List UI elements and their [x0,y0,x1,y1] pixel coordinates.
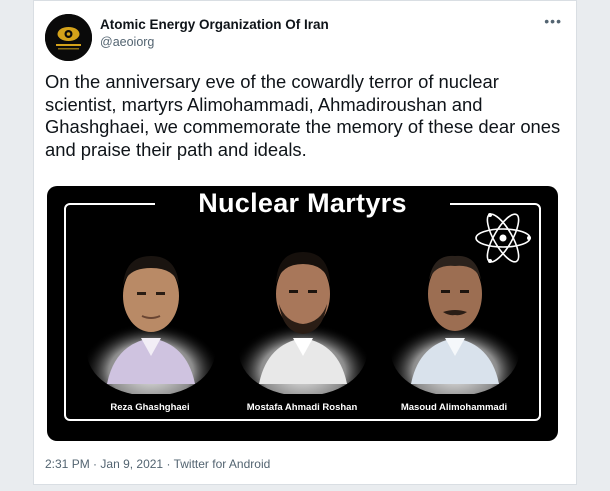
tweet-metadata: 2:31 PM · Jan 9, 2021 · Twitter for Andr… [45,457,270,471]
author-name[interactable]: Atomic Energy Organization Of Iran [100,17,329,32]
tweet-time[interactable]: 2:31 PM [45,457,90,471]
meta-separator: · [166,457,171,471]
more-options-icon[interactable]: ••• [544,13,562,29]
portrait-caption: Reza Ghashghaei [110,402,190,413]
tweet-text: On the anniversary eve of the cowardly t… [45,71,561,160]
tweet-source[interactable]: Twitter for Android [174,457,271,471]
author-handle[interactable]: @aeoiorg [100,35,154,49]
tweet-date[interactable]: Jan 9, 2021 [100,457,163,471]
tweet-media-image[interactable]: Nuclear Martyrs Reza Ghashghaei Mostafa … [47,186,558,441]
portrait-mostafa-ahmadi-roshan [237,234,369,394]
portrait-reza-ghashghaei [85,234,217,394]
avatar[interactable] [45,14,92,61]
portrait-masoud-alimohammadi [389,234,521,394]
portrait-caption: Mostafa Ahmadi Roshan [246,402,358,413]
portrait-caption: Masoud Alimohammadi [400,402,508,413]
atom-logo-icon [45,14,92,61]
meta-separator: · [93,457,98,471]
tweet-card: Atomic Energy Organization Of Iran @aeoi… [33,0,577,485]
